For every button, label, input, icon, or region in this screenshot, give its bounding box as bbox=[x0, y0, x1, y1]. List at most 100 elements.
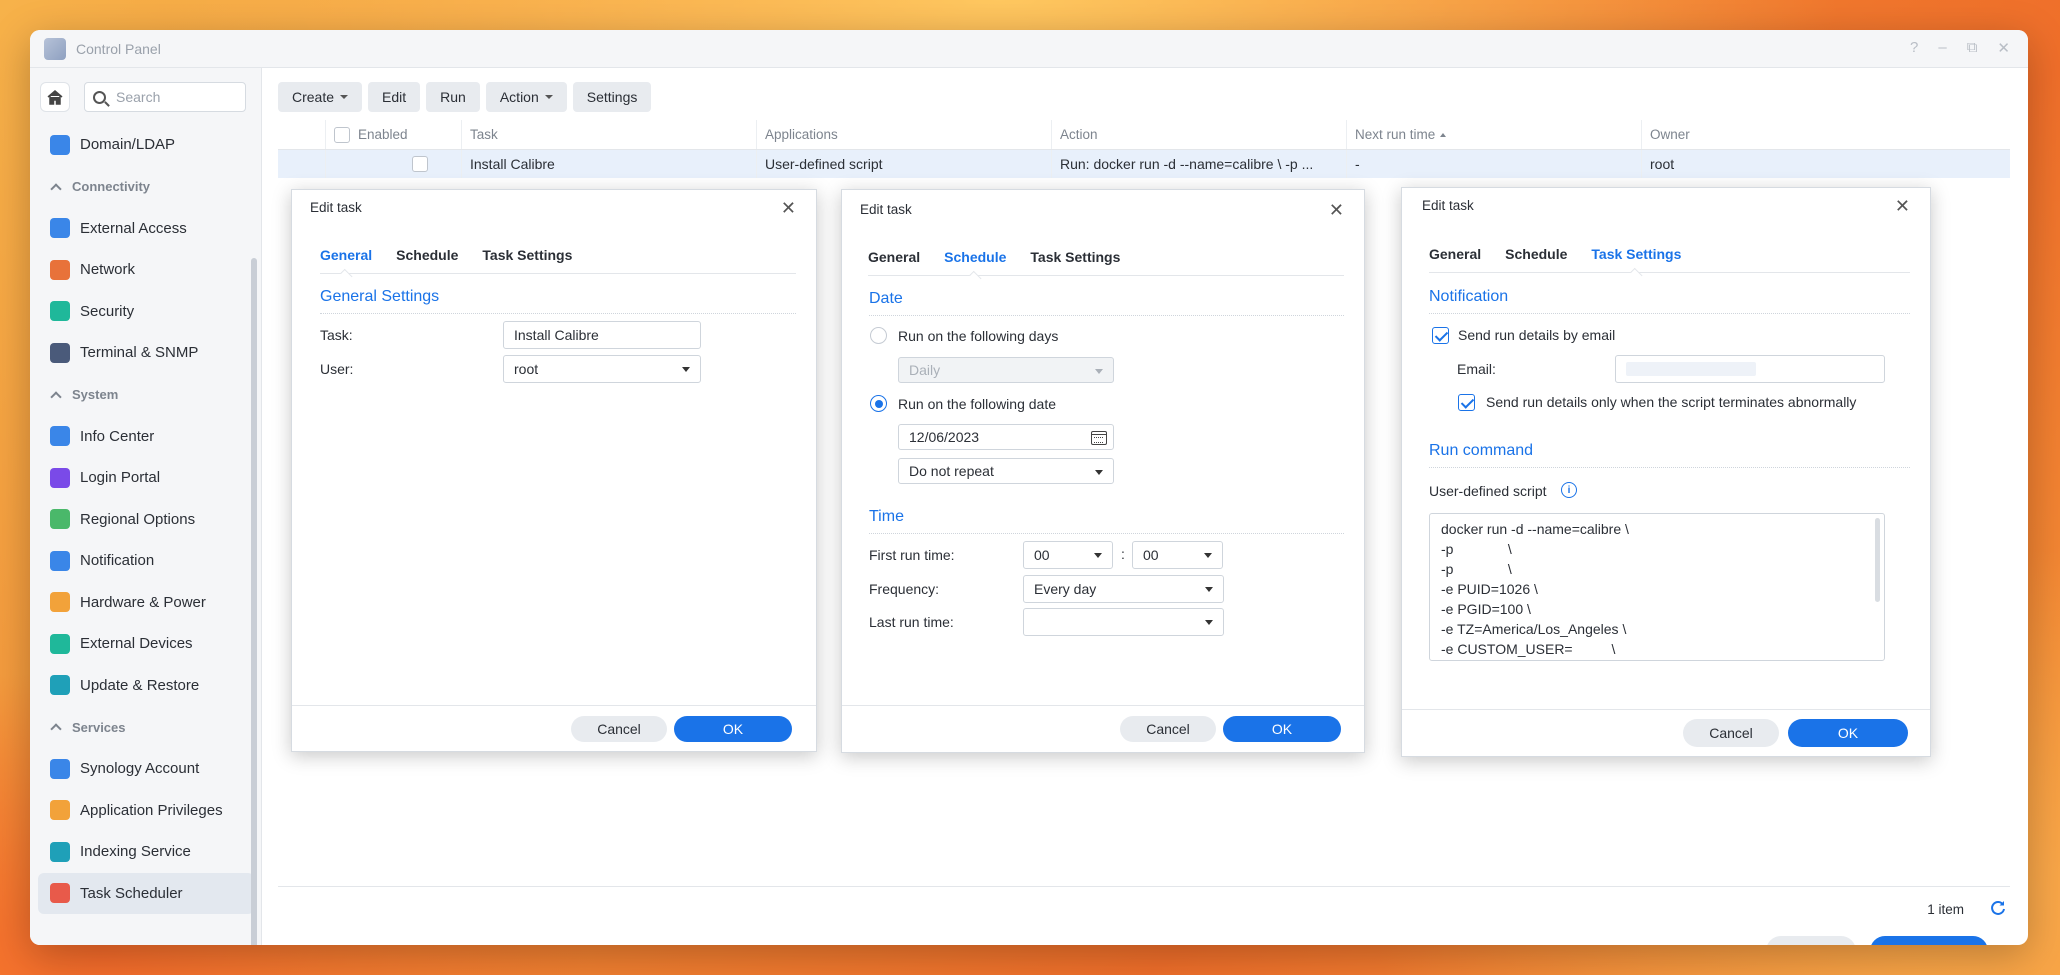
ok-button[interactable]: OK bbox=[1788, 719, 1908, 747]
sidebar-item-regional-options[interactable]: Regional Options bbox=[38, 499, 254, 541]
cancel-button[interactable]: Cancel bbox=[1120, 716, 1216, 742]
last-run-time-select[interactable] bbox=[1023, 608, 1224, 636]
edit-button[interactable]: Edit bbox=[368, 82, 421, 112]
sidebar-item-label: Domain/LDAP bbox=[80, 136, 176, 154]
close-icon[interactable]: ✕ bbox=[1329, 200, 1344, 221]
tab-task-settings[interactable]: Task Settings bbox=[1030, 247, 1120, 276]
radio-following-date[interactable] bbox=[870, 395, 887, 412]
home-button[interactable] bbox=[40, 82, 70, 112]
run-button[interactable]: Run bbox=[426, 82, 480, 112]
ok-button[interactable]: OK bbox=[1223, 716, 1341, 742]
time-separator: : bbox=[1121, 546, 1125, 562]
hour-select[interactable]: 00 bbox=[1023, 541, 1113, 569]
sidebar-item-info-center[interactable]: Info Center bbox=[38, 416, 254, 458]
row-next-run-cell: - bbox=[1347, 150, 1642, 178]
sidebar-item-label: Terminal & SNMP bbox=[80, 344, 199, 362]
frequency-select[interactable]: Every day bbox=[1023, 575, 1224, 603]
hour-value: 00 bbox=[1034, 547, 1050, 563]
sidebar-item-indexing-service[interactable]: Indexing Service bbox=[38, 831, 254, 873]
sidebar-section-system[interactable]: System bbox=[38, 374, 254, 416]
sidebar-section-connectivity[interactable]: Connectivity bbox=[38, 166, 254, 208]
settings-button[interactable]: Settings bbox=[572, 82, 652, 112]
close-icon[interactable]: ✕ bbox=[1895, 196, 1910, 217]
enabled-checkbox[interactable] bbox=[412, 156, 428, 172]
sidebar-item-update-restore[interactable]: Update & Restore bbox=[38, 665, 254, 707]
sidebar-nav: Domain/LDAP Connectivity External Access Ne… bbox=[38, 124, 254, 914]
repeat-select[interactable]: Do not repeat bbox=[898, 458, 1114, 484]
script-scrollbar[interactable] bbox=[1875, 518, 1880, 602]
tab-schedule[interactable]: Schedule bbox=[396, 245, 458, 274]
column-owner[interactable]: Owner bbox=[1642, 120, 1990, 149]
chevron-down-icon bbox=[340, 95, 349, 99]
sidebar-item-external-devices[interactable]: External Devices bbox=[38, 623, 254, 665]
sidebar-item-synology-account[interactable]: Synology Account bbox=[38, 748, 254, 790]
column-enabled[interactable]: Enabled bbox=[326, 120, 462, 149]
sidebar-item-terminal-snmp[interactable]: Terminal & SNMP bbox=[38, 332, 254, 374]
calendar-icon[interactable] bbox=[1091, 431, 1107, 445]
tab-schedule[interactable]: Schedule bbox=[944, 247, 1006, 276]
column-applications[interactable]: Applications bbox=[757, 120, 1052, 149]
action-button[interactable]: Action bbox=[485, 82, 567, 112]
repeat-value: Do not repeat bbox=[909, 463, 994, 479]
sidebar-scrollbar[interactable] bbox=[251, 258, 257, 945]
apply-button[interactable]: Apply bbox=[1870, 936, 1988, 945]
select-all-checkbox[interactable] bbox=[334, 126, 350, 143]
section-date: Date bbox=[869, 290, 1344, 316]
chevron-down-icon bbox=[1094, 553, 1102, 558]
task-name-field[interactable]: Install Calibre bbox=[503, 321, 701, 349]
script-line: -p \ bbox=[1441, 561, 1512, 577]
sidebar-item-notification[interactable]: Notification bbox=[38, 540, 254, 582]
days-select: Daily bbox=[898, 357, 1114, 383]
grid-header: Enabled Task Applications Action Next ru… bbox=[278, 120, 2010, 150]
info-center-icon bbox=[50, 426, 70, 447]
send-abnormal-checkbox[interactable] bbox=[1458, 394, 1475, 411]
email-field[interactable] bbox=[1615, 355, 1885, 383]
sidebar-item-domain-ldap[interactable]: Domain/LDAP bbox=[38, 124, 254, 166]
maximize-icon[interactable]: ⧉ bbox=[1967, 39, 1978, 57]
column-action[interactable]: Action bbox=[1052, 120, 1347, 149]
search-input[interactable]: Search bbox=[84, 82, 246, 112]
user-select[interactable]: root bbox=[503, 355, 701, 383]
tab-task-settings[interactable]: Task Settings bbox=[1591, 244, 1681, 273]
sidebar-item-application-privileges[interactable]: Application Privileges bbox=[38, 790, 254, 832]
close-icon[interactable]: ✕ bbox=[781, 198, 796, 219]
column-next-run-time[interactable]: Next run time bbox=[1347, 120, 1642, 149]
info-icon[interactable]: i bbox=[1561, 482, 1577, 498]
sidebar: Search Domain/LDAP Connectivity External A… bbox=[30, 68, 262, 945]
sidebar-item-security[interactable]: Security bbox=[38, 291, 254, 333]
minimize-icon[interactable]: – bbox=[1938, 39, 1946, 57]
control-panel-app-icon bbox=[44, 37, 66, 60]
tab-general[interactable]: General bbox=[868, 247, 920, 276]
radio-following-days[interactable] bbox=[870, 327, 887, 344]
send-email-checkbox[interactable] bbox=[1432, 327, 1449, 344]
table-row[interactable]: Install Calibre User-defined script Run:… bbox=[278, 150, 2010, 178]
terminal-icon bbox=[50, 342, 70, 363]
chevron-down-icon bbox=[1204, 553, 1212, 558]
ok-button[interactable]: OK bbox=[674, 716, 792, 742]
task-grid: Enabled Task Applications Action Next ru… bbox=[278, 120, 2010, 178]
sidebar-item-network[interactable]: Network bbox=[38, 249, 254, 291]
cancel-button[interactable]: Cancel bbox=[1683, 719, 1779, 747]
reset-button[interactable]: Reset bbox=[1766, 936, 1856, 945]
sidebar-item-label: Indexing Service bbox=[80, 843, 191, 861]
tab-general[interactable]: General bbox=[320, 245, 372, 274]
sidebar-item-task-scheduler[interactable]: Task Scheduler bbox=[38, 872, 254, 914]
script-textarea[interactable]: docker run -d --name=calibre \ -p \ -p \ -e… bbox=[1429, 513, 1885, 661]
refresh-icon[interactable] bbox=[1990, 900, 2006, 921]
date-field[interactable]: 12/06/2023 bbox=[898, 424, 1114, 450]
tab-task-settings[interactable]: Task Settings bbox=[482, 245, 572, 274]
column-task[interactable]: Task bbox=[462, 120, 757, 149]
create-button[interactable]: Create bbox=[278, 82, 363, 112]
chevron-down-icon bbox=[682, 367, 690, 372]
tab-general[interactable]: General bbox=[1429, 244, 1481, 273]
script-line: -p \ bbox=[1441, 541, 1512, 557]
sidebar-item-external-access[interactable]: External Access bbox=[38, 208, 254, 250]
tab-schedule[interactable]: Schedule bbox=[1505, 244, 1567, 273]
cancel-button[interactable]: Cancel bbox=[571, 716, 667, 742]
sidebar-section-services[interactable]: Services bbox=[38, 706, 254, 748]
sidebar-item-hardware-power[interactable]: Hardware & Power bbox=[38, 582, 254, 624]
sidebar-item-login-portal[interactable]: Login Portal bbox=[38, 457, 254, 499]
help-icon[interactable]: ? bbox=[1910, 39, 1918, 57]
close-icon[interactable]: ✕ bbox=[1997, 39, 2010, 57]
minute-select[interactable]: 00 bbox=[1132, 541, 1223, 569]
